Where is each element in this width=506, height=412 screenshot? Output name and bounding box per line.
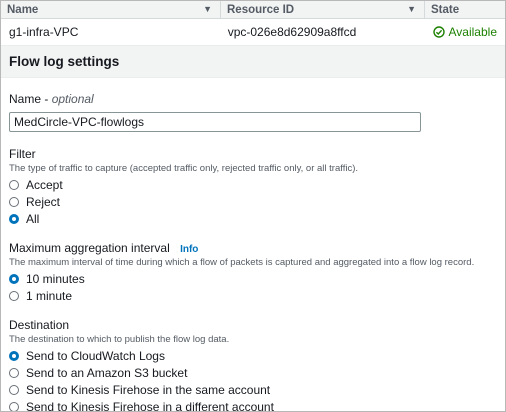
check-circle-icon: [432, 26, 445, 38]
aggregation-label: Maximum aggregation interval Info: [9, 241, 497, 255]
resource-id-cell: vpc-026e8d62909a8ffcd: [227, 25, 357, 39]
status-badge: Available: [448, 25, 497, 39]
filter-option-all[interactable]: All: [9, 210, 497, 227]
destination-option-cloudwatch[interactable]: Send to CloudWatch Logs: [9, 347, 497, 364]
radio-circle[interactable]: [9, 196, 19, 207]
column-header-label: Resource ID: [227, 3, 295, 16]
optional-label: optional: [51, 92, 94, 106]
radio-label: Send to Kinesis Firehose in the same acc…: [26, 382, 271, 397]
filter-label: Filter: [9, 147, 36, 161]
flow-log-panel: Name ▼ Resource ID ▼ State g1-infra-VPC …: [0, 0, 506, 412]
name-label-text: Name: [9, 92, 42, 106]
radio-circle[interactable]: [9, 401, 19, 411]
destination-label: Destination: [9, 318, 70, 332]
name-input[interactable]: MedCircle-VPC-flowlogs: [9, 112, 421, 132]
aggregation-radio-group: 10 minutes 1 minute: [9, 270, 497, 304]
radio-label: 1 minute: [26, 288, 73, 303]
filter-radio-group: Accept Reject All: [9, 176, 497, 227]
radio-circle-selected[interactable]: [9, 213, 19, 224]
settings-body: Name - optional MedCircle-VPC-flowlogs F…: [1, 92, 505, 412]
aggregation-label-text: Maximum aggregation interval: [9, 241, 170, 255]
radio-circle-selected[interactable]: [9, 350, 19, 361]
radio-label: Accept: [26, 177, 63, 192]
filter-option-reject[interactable]: Reject: [9, 193, 497, 210]
destination-option-s3[interactable]: Send to an Amazon S3 bucket: [9, 364, 497, 381]
radio-circle-selected[interactable]: [9, 273, 19, 284]
table-row: g1-infra-VPC vpc-026e8d62909a8ffcd Avail…: [1, 19, 505, 46]
destination-option-firehose-same[interactable]: Send to Kinesis Firehose in the same acc…: [9, 381, 497, 398]
sort-caret-icon[interactable]: ▼: [407, 4, 416, 14]
filter-option-accept[interactable]: Accept: [9, 176, 497, 193]
radio-label: Send to an Amazon S3 bucket: [26, 365, 188, 380]
state-cell: Available: [423, 19, 505, 45]
aggregation-description: The maximum interval of time during whic…: [9, 257, 475, 268]
radio-circle[interactable]: [9, 367, 19, 378]
destination-radio-group: Send to CloudWatch Logs Send to an Amazo…: [9, 347, 497, 412]
radio-label: Send to CloudWatch Logs: [26, 348, 165, 363]
radio-label: Send to Kinesis Firehose in a different …: [26, 399, 274, 412]
destination-description: The destination to which to publish the …: [9, 334, 230, 345]
destination-option-firehose-different[interactable]: Send to Kinesis Firehose in a different …: [9, 398, 497, 412]
radio-circle[interactable]: [9, 179, 19, 190]
radio-circle[interactable]: [9, 290, 19, 301]
label-separator: -: [41, 92, 52, 106]
column-header-label: Name: [7, 3, 39, 16]
sort-caret-icon[interactable]: ▼: [203, 4, 212, 14]
section-title: Flow log settings: [1, 46, 505, 78]
table-header: Name ▼ Resource ID ▼ State: [1, 1, 505, 19]
aggregation-option-1-minute[interactable]: 1 minute: [9, 287, 497, 304]
column-header-state[interactable]: State: [425, 1, 505, 18]
column-header-resource-id[interactable]: Resource ID ▼: [221, 1, 425, 18]
name-label: Name - optional: [9, 92, 497, 106]
radio-circle[interactable]: [9, 384, 19, 395]
radio-label: 10 minutes: [26, 271, 85, 286]
radio-label: Reject: [26, 194, 61, 209]
radio-label: All: [26, 211, 40, 226]
aggregation-option-10-minutes[interactable]: 10 minutes: [9, 270, 497, 287]
vpc-name-cell: g1-infra-VPC: [9, 25, 79, 39]
info-link[interactable]: Info: [180, 244, 198, 255]
column-header-label: State: [431, 3, 460, 16]
column-header-name[interactable]: Name ▼: [1, 1, 221, 18]
filter-description: The type of traffic to capture (accepted…: [9, 163, 359, 174]
